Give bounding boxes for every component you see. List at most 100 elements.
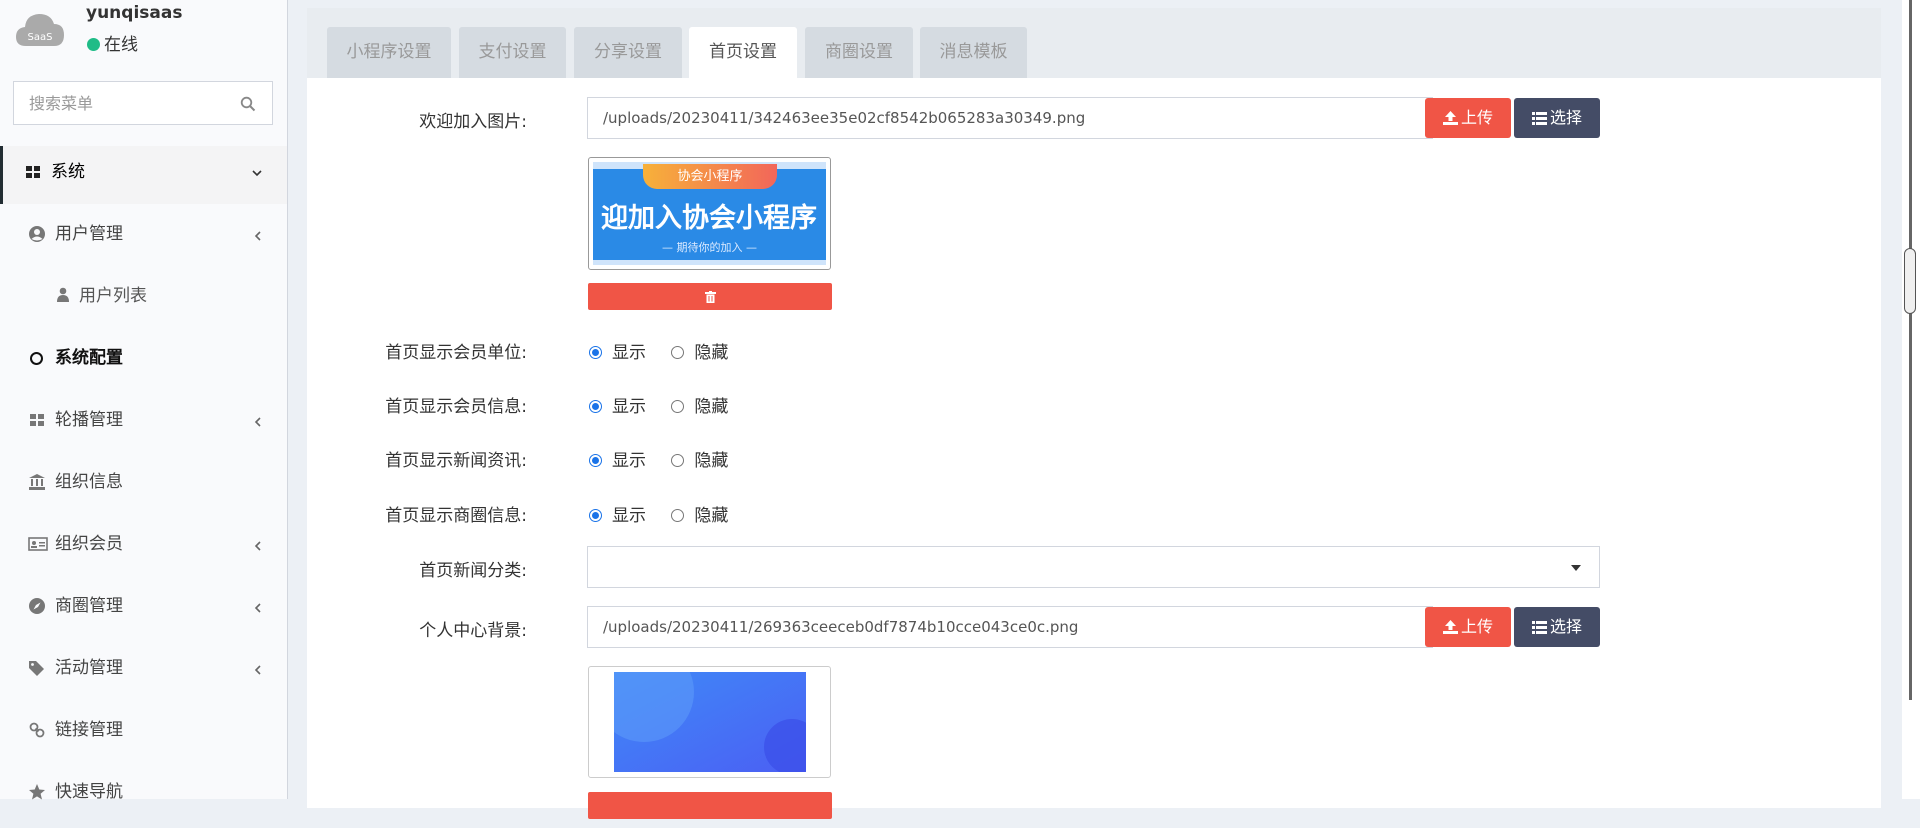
welcome-banner-image: 协会小程序 迎加入协会小程序 — 期待你的加入 — <box>593 162 826 265</box>
sidebar-item-label: 组织信息 <box>55 472 123 492</box>
tab-business-circle-settings[interactable]: 商圈设置 <box>805 27 913 78</box>
sidebar-item-label: 轮播管理 <box>55 410 123 430</box>
profile-bg-path-input[interactable]: /uploads/20230411/269363ceeceb0df7874b10… <box>587 606 1433 648</box>
radio-unchecked-icon[interactable] <box>671 346 685 359</box>
tab-share-settings[interactable]: 分享设置 <box>574 27 682 78</box>
option-label: 隐藏 <box>694 451 729 471</box>
option-label: 显示 <box>612 506 646 526</box>
username: yunqisaas <box>86 3 183 23</box>
show-member-info-hide-option[interactable]: 隐藏 <box>671 392 728 417</box>
avatar-text: SaaS <box>28 32 53 43</box>
show-member-units-label: 首页显示会员单位: <box>385 343 527 363</box>
search-input[interactable] <box>14 82 229 124</box>
sidebar-item-links[interactable]: 链接管理 <box>0 704 287 766</box>
user-circle-icon <box>29 226 45 242</box>
sidebar-item-label: 系统 <box>51 162 85 182</box>
chevron-left-icon <box>254 417 261 427</box>
tab-home-settings[interactable]: 首页设置 <box>689 27 797 78</box>
welcome-image-choose-button[interactable]: 选择 <box>1514 98 1600 138</box>
radio-unchecked-icon[interactable] <box>671 400 685 413</box>
sidebar-item-user-list[interactable]: 用户列表 <box>0 270 287 332</box>
show-member-units-radios: 显示 隐藏 <box>589 338 748 363</box>
radio-checked-icon[interactable] <box>589 454 602 467</box>
sidebar-item-system[interactable]: 系统 <box>0 146 287 204</box>
show-news-hide-option[interactable]: 隐藏 <box>671 446 728 471</box>
scroll-thumb[interactable] <box>1904 248 1916 314</box>
sidebar-item-carousel[interactable]: 轮播管理 <box>0 394 287 456</box>
sidebar-item-org-info[interactable]: 组织信息 <box>0 456 287 518</box>
online-status: 在线 <box>87 30 138 55</box>
profile-bg-choose-button[interactable]: 选择 <box>1514 607 1600 647</box>
scroll-track <box>1909 0 1912 700</box>
banner-badge: 协会小程序 <box>643 164 777 189</box>
sidebar: SaaS yunqisaas 在线 系统 用户管理 用户列表 <box>0 0 288 802</box>
sidebar-item-org-members[interactable]: 组织会员 <box>0 518 287 580</box>
chevron-down-icon <box>252 170 262 177</box>
welcome-image-preview: 协会小程序 迎加入协会小程序 — 期待你的加入 — <box>588 157 831 270</box>
sidebar-item-business-circle[interactable]: 商圈管理 <box>0 580 287 642</box>
radio-unchecked-icon[interactable] <box>671 509 685 522</box>
sidebar-item-label: 组织会员 <box>55 534 123 554</box>
sidebar-item-label: 系统配置 <box>55 348 123 368</box>
welcome-image-path-input[interactable]: /uploads/20230411/342463ee35e02cf8542b06… <box>587 97 1433 139</box>
welcome-image-upload-button[interactable]: 上传 <box>1425 98 1511 138</box>
profile-bg-image <box>614 672 806 772</box>
id-card-icon <box>28 537 48 551</box>
bank-icon <box>29 474 45 490</box>
banner-title: 迎加入协会小程序 <box>601 203 817 234</box>
grid-icon <box>26 166 40 178</box>
cloud-avatar-icon: SaaS <box>16 14 64 46</box>
chevron-left-icon <box>254 603 261 613</box>
upload-icon <box>1442 111 1458 125</box>
sidebar-item-user-management[interactable]: 用户管理 <box>0 208 287 270</box>
sidebar-item-system-config[interactable]: 系统配置 <box>0 332 287 394</box>
status-text: 在线 <box>104 35 138 55</box>
upload-label: 上传 <box>1460 617 1493 636</box>
show-business-circle-show-option[interactable]: 显示 <box>589 501 646 526</box>
choose-label: 选择 <box>1549 617 1582 636</box>
compass-icon <box>29 598 45 614</box>
list-icon <box>1531 621 1547 634</box>
settings-panel: 小程序设置 支付设置 分享设置 首页设置 商圈设置 消息模板 欢迎加入图片: /… <box>307 8 1881 819</box>
search-icon[interactable] <box>240 96 256 112</box>
option-label: 隐藏 <box>694 397 729 417</box>
welcome-image-delete-button[interactable] <box>588 283 832 310</box>
option-label: 隐藏 <box>694 506 729 526</box>
sidebar-item-label: 商圈管理 <box>55 596 123 616</box>
menu-search[interactable] <box>13 81 273 125</box>
show-member-units-hide-option[interactable]: 隐藏 <box>671 338 728 363</box>
welcome-image-label: 欢迎加入图片: <box>419 112 527 132</box>
news-category-select[interactable] <box>587 546 1600 588</box>
radio-checked-icon[interactable] <box>589 346 602 359</box>
user-panel: SaaS yunqisaas 在线 <box>0 0 287 60</box>
settings-tabs: 小程序设置 支付设置 分享设置 首页设置 商圈设置 消息模板 <box>307 8 1881 78</box>
show-member-units-show-option[interactable]: 显示 <box>589 338 646 363</box>
show-member-info-show-option[interactable]: 显示 <box>589 392 646 417</box>
radio-checked-icon[interactable] <box>589 400 602 413</box>
page-scrollbar[interactable] <box>1902 0 1920 799</box>
radio-unchecked-icon[interactable] <box>671 454 685 467</box>
chevron-left-icon <box>254 541 261 551</box>
link-icon <box>29 722 45 738</box>
show-member-info-radios: 显示 隐藏 <box>589 392 748 417</box>
chevron-left-icon <box>254 231 261 241</box>
tab-payment-settings[interactable]: 支付设置 <box>459 27 566 78</box>
radio-checked-icon[interactable] <box>589 509 602 522</box>
sidebar-item-quick-nav[interactable]: 快速导航 <box>0 766 287 828</box>
profile-bg-upload-button[interactable]: 上传 <box>1425 607 1511 647</box>
profile-bg-preview <box>588 666 831 778</box>
circle-icon <box>30 352 43 365</box>
upload-icon <box>1442 620 1458 634</box>
option-label: 显示 <box>612 451 646 471</box>
chevron-left-icon <box>254 665 261 675</box>
tab-miniprogram-settings[interactable]: 小程序设置 <box>327 27 451 78</box>
show-news-show-option[interactable]: 显示 <box>589 446 646 471</box>
profile-bg-delete-button[interactable] <box>588 792 832 819</box>
show-business-circle-hide-option[interactable]: 隐藏 <box>671 501 728 526</box>
list-icon <box>1531 112 1547 125</box>
sidebar-menu: 系统 用户管理 用户列表 系统配置 轮播管理 组织信息 组织会员 商圈管理 活动… <box>0 146 287 828</box>
grid-icon <box>30 414 44 426</box>
sidebar-item-activities[interactable]: 活动管理 <box>0 642 287 704</box>
option-label: 显示 <box>612 343 646 363</box>
tab-message-templates[interactable]: 消息模板 <box>920 27 1027 78</box>
